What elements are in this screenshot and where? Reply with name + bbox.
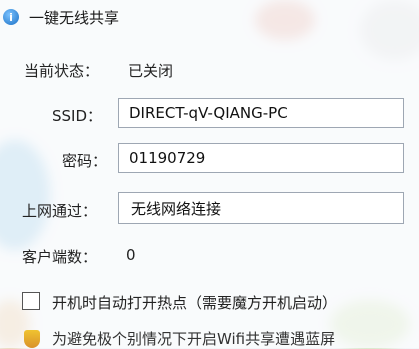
clients-label: 客户端数： <box>22 248 98 266</box>
password-input[interactable]: 01190729 <box>118 143 404 173</box>
title-bar: i 一键无线共享 <box>0 0 419 34</box>
window-title: 一键无线共享 <box>29 8 120 27</box>
clients-count: 0 <box>126 246 136 264</box>
network-select-value: 无线网络连接 <box>131 199 222 218</box>
info-icon: i <box>3 9 19 25</box>
status-label: 当前状态： <box>24 62 100 80</box>
network-label: 上网通过： <box>22 202 98 220</box>
ssid-input[interactable]: DIRECT-qV-QIANG-PC <box>118 98 404 128</box>
ssid-label: SSID： <box>52 107 103 125</box>
network-select[interactable]: 无线网络连接 <box>118 192 404 224</box>
footer-notice: 为避免极个别情况下开启Wifi共享遭遇蓝屏 <box>52 330 336 348</box>
status-value: 已关闭 <box>128 62 174 80</box>
autostart-label[interactable]: 开机时自动打开热点（需要魔方开机启动） <box>52 292 337 313</box>
wifi-share-dialog: i 一键无线共享 当前状态： 已关闭 SSID： DIRECT-qV-QIANG… <box>0 0 419 348</box>
shield-icon <box>24 330 40 348</box>
password-label: 密码： <box>62 152 108 170</box>
autostart-checkbox[interactable] <box>22 292 40 310</box>
